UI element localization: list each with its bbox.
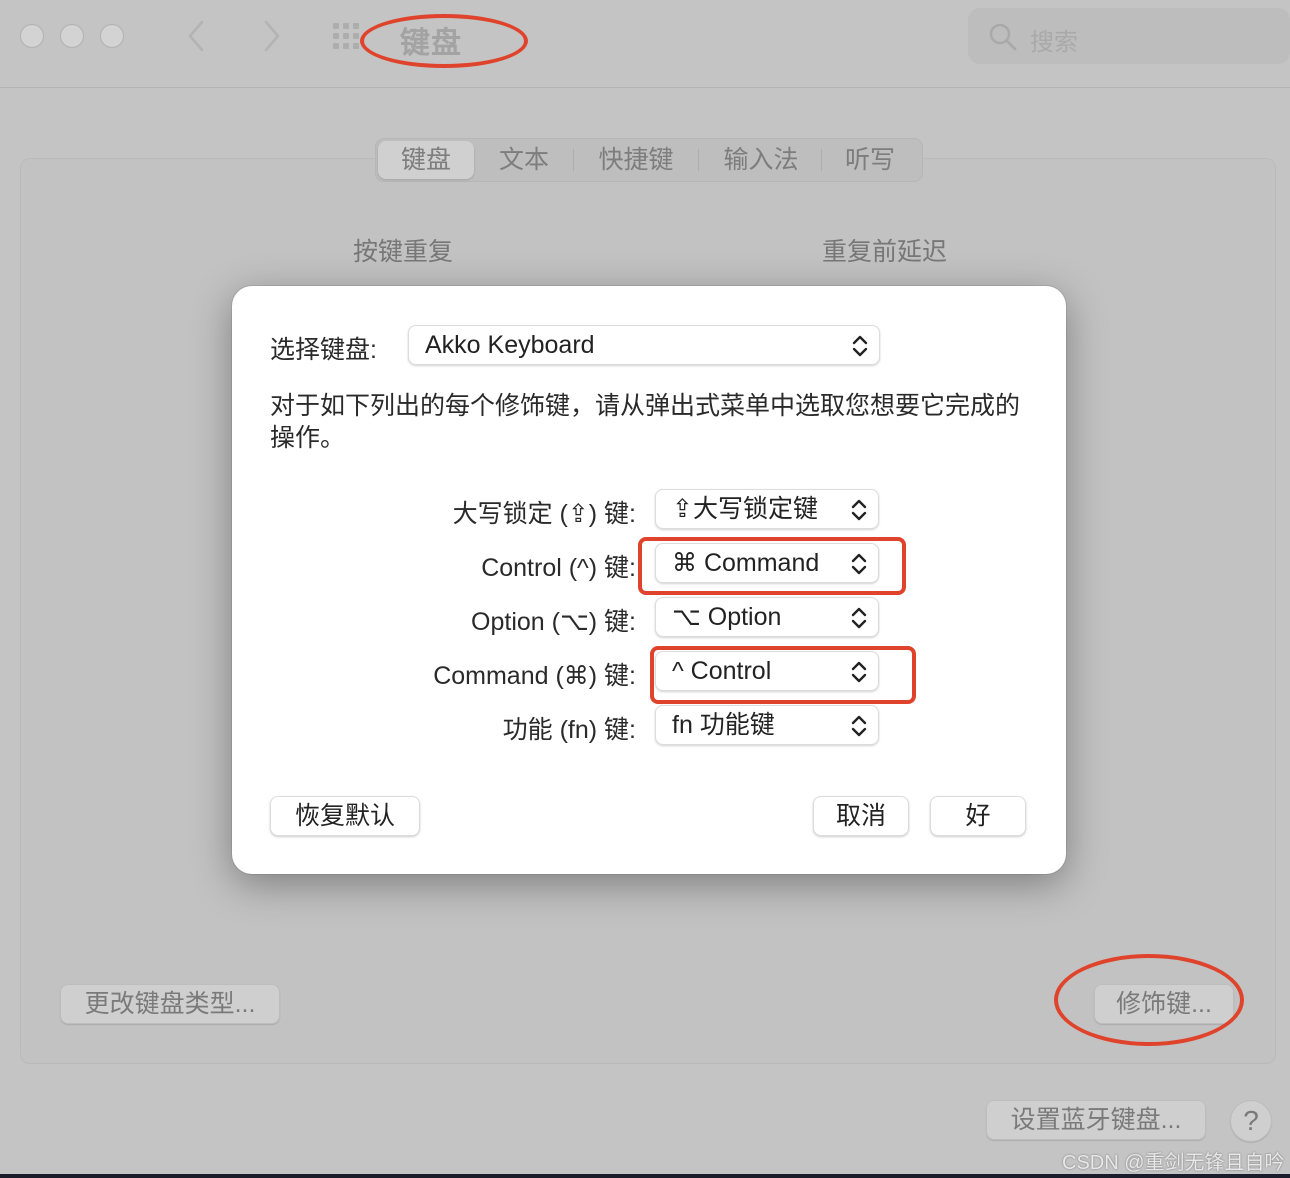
tab-input-sources[interactable]: 输入法 xyxy=(699,139,823,181)
window-title: 键盘 xyxy=(400,27,462,60)
chevron-right-icon xyxy=(264,20,280,52)
caps-lock-label: 大写锁定 (⇪) 键: xyxy=(452,500,636,528)
minimize-window-button[interactable] xyxy=(60,24,84,48)
restore-defaults-button[interactable]: 恢复默认 xyxy=(270,796,420,836)
up-down-chevron-icon xyxy=(851,715,867,737)
modifier-keys-sheet: 选择键盘: Akko Keyboard 对于如下列出的每个修饰键，请从弹出式菜单… xyxy=(232,286,1066,874)
back-button[interactable] xyxy=(182,18,212,54)
change-keyboard-type-button[interactable]: 更改键盘类型... xyxy=(60,984,280,1024)
up-down-chevron-icon xyxy=(851,661,867,683)
show-all-grid-icon[interactable] xyxy=(333,23,361,51)
up-down-chevron-icon xyxy=(851,499,867,521)
ok-button[interactable]: 好 xyxy=(930,796,1026,836)
cancel-button[interactable]: 取消 xyxy=(813,796,909,836)
function-key-value: fn 功能键 xyxy=(672,711,775,739)
search-icon xyxy=(989,23,1017,51)
tab-dictation[interactable]: 听写 xyxy=(822,139,918,181)
modifier-keys-button[interactable]: 修饰键... xyxy=(1094,984,1234,1024)
tab-bar: 键盘 文本 快捷键 输入法 听写 xyxy=(375,138,923,182)
control-key-value: ⌘ Command xyxy=(672,549,820,577)
control-key-popup[interactable]: ⌘ Command xyxy=(655,543,879,583)
zoom-window-button[interactable] xyxy=(100,24,124,48)
option-key-popup[interactable]: ⌥ Option xyxy=(655,597,879,637)
command-key-label: Command (⌘) 键: xyxy=(433,662,636,690)
select-keyboard-value: Akko Keyboard xyxy=(425,331,595,359)
forward-button[interactable] xyxy=(256,18,286,54)
tab-shortcuts[interactable]: 快捷键 xyxy=(574,139,698,181)
close-window-button[interactable] xyxy=(20,24,44,48)
function-key-popup[interactable]: fn 功能键 xyxy=(655,705,879,745)
command-key-popup[interactable]: ^ Control xyxy=(655,651,879,691)
select-keyboard-popup[interactable]: Akko Keyboard xyxy=(408,325,880,365)
tab-text[interactable]: 文本 xyxy=(476,139,572,181)
option-key-label: Option (⌥) 键: xyxy=(471,608,636,636)
command-key-value: ^ Control xyxy=(672,657,772,685)
title-bar: 键盘 搜索 xyxy=(0,0,1290,88)
tab-keyboard[interactable]: 键盘 xyxy=(378,141,474,179)
caps-lock-popup[interactable]: ⇪大写锁定键 xyxy=(655,489,879,529)
up-down-chevron-icon xyxy=(851,553,867,575)
watermark: CSDN @重剑无锋且自吟 xyxy=(1062,1152,1285,1174)
option-key-value: ⌥ Option xyxy=(672,603,782,631)
up-down-chevron-icon xyxy=(851,607,867,629)
control-key-label: Control (^) 键: xyxy=(481,554,636,582)
key-repeat-label: 按键重复 xyxy=(353,238,454,266)
function-key-label: 功能 (fn) 键: xyxy=(502,716,636,744)
chevron-left-icon xyxy=(188,20,204,52)
help-button[interactable]: ? xyxy=(1230,1100,1272,1142)
select-keyboard-label: 选择键盘: xyxy=(270,336,377,364)
sheet-description: 对于如下列出的每个修饰键，请从弹出式菜单中选取您想要它完成的操作。 xyxy=(270,392,1021,452)
caps-lock-value: ⇪大写锁定键 xyxy=(672,495,818,523)
setup-bluetooth-keyboard-button[interactable]: 设置蓝牙键盘... xyxy=(986,1100,1206,1140)
search-placeholder: 搜索 xyxy=(1030,29,1078,56)
delay-until-repeat-label: 重复前延迟 xyxy=(822,238,948,266)
up-down-chevron-icon xyxy=(852,335,868,357)
bottom-strip xyxy=(0,1174,1290,1178)
